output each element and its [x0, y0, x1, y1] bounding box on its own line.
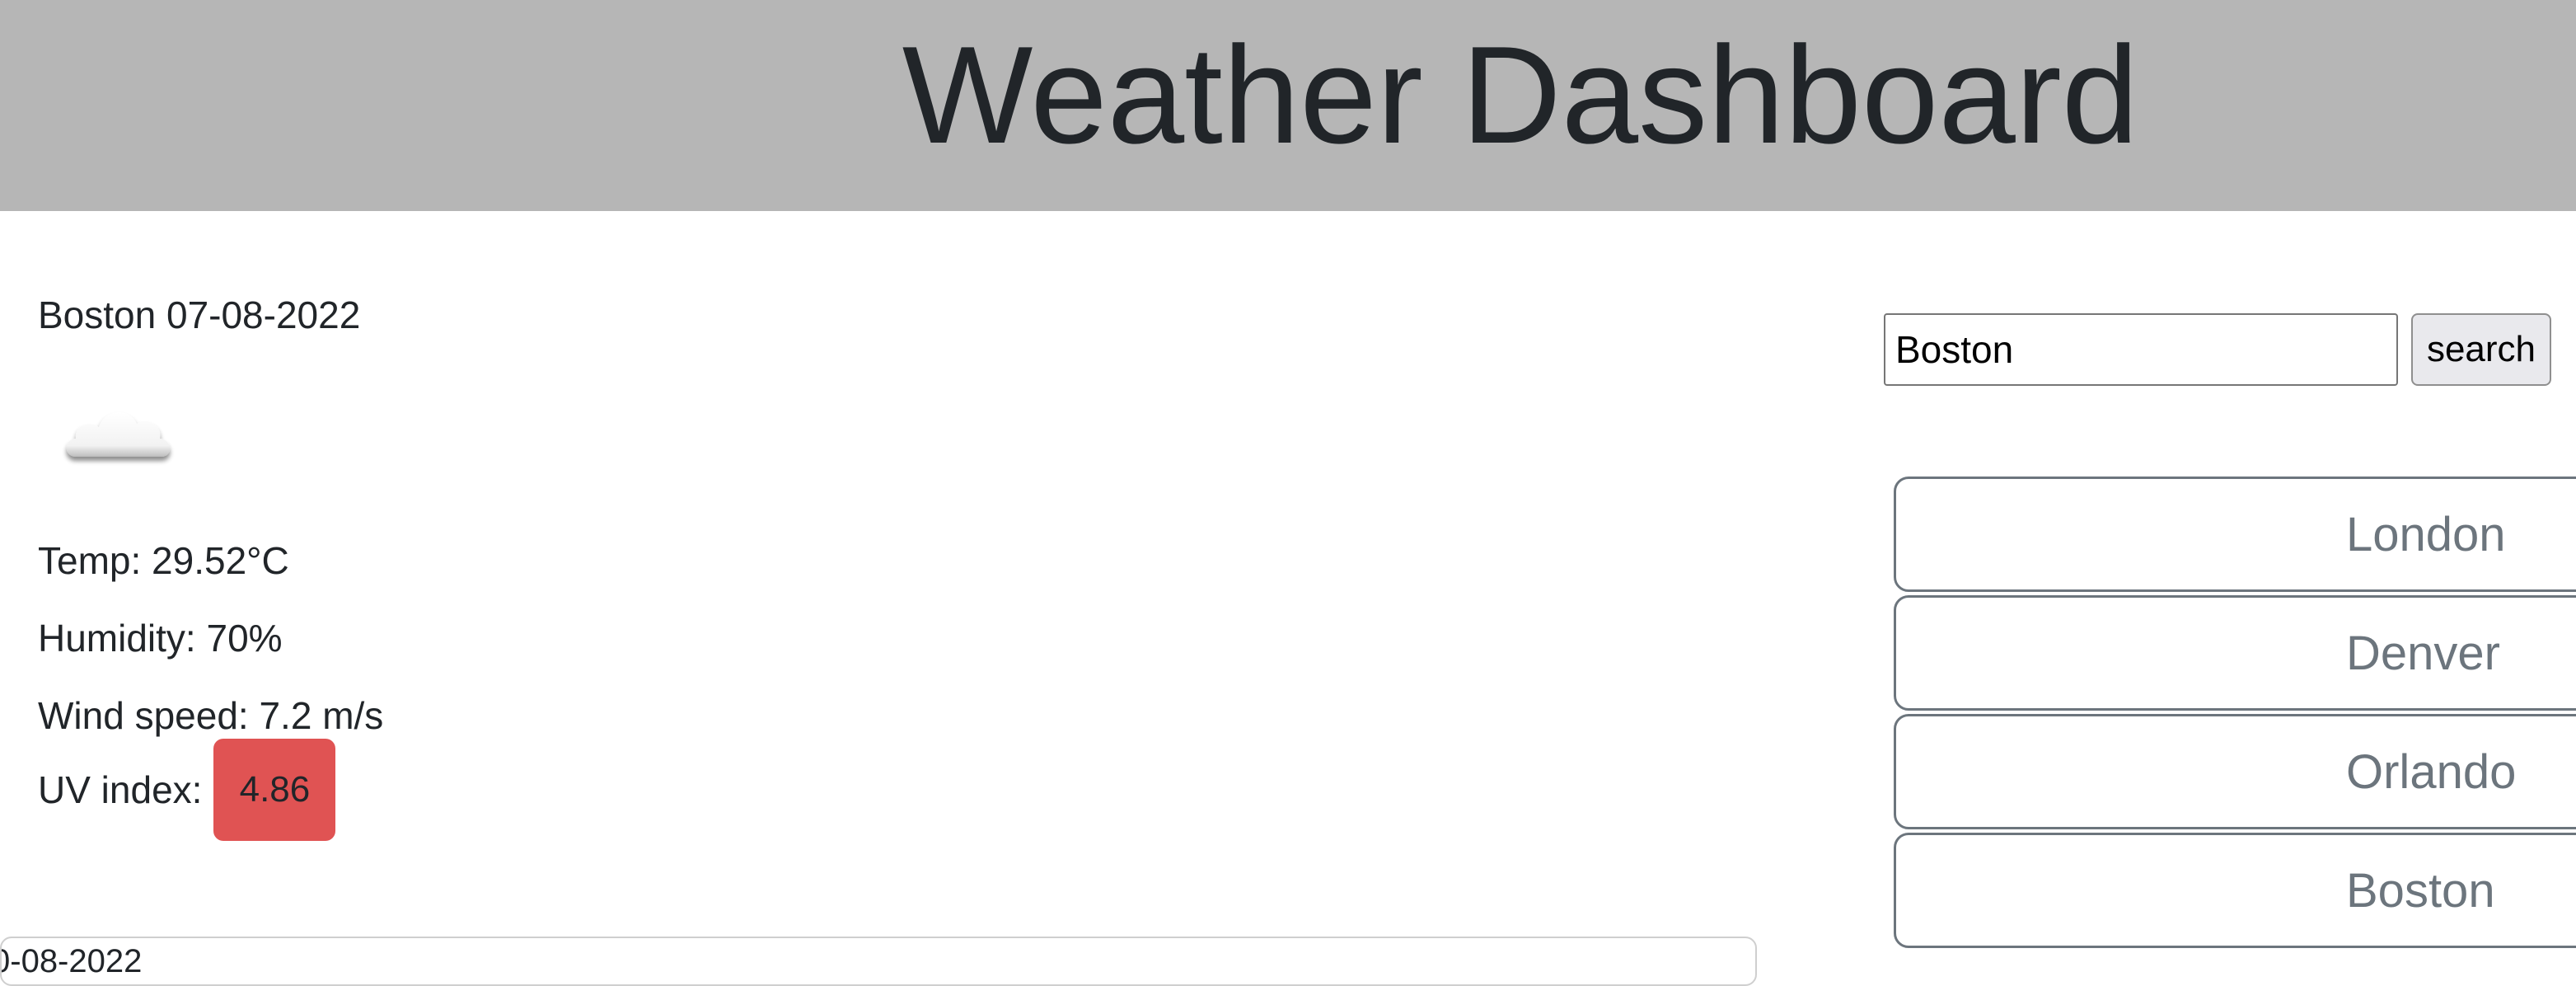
search-button[interactable]: search: [2411, 313, 2551, 386]
history-item-london[interactable]: London: [1894, 477, 2576, 592]
wind-speed-text: Wind speed: 7.2 m/s: [38, 694, 384, 737]
current-city-date: Boston 07-08-2022: [38, 293, 361, 336]
uv-index-badge: 4.86: [213, 739, 336, 841]
humidity-text: Humidity: 70%: [38, 617, 283, 660]
uv-index-row: UV index: 4.86: [38, 739, 336, 841]
search-history-list: London Denver Orlando Boston: [1894, 477, 2576, 951]
temperature-text: Temp: 29.52°C: [38, 539, 289, 582]
history-item-denver[interactable]: Denver: [1894, 595, 2576, 711]
history-item-boston[interactable]: Boston: [1894, 833, 2576, 948]
forecast-date: 0-08-2022: [0, 943, 143, 979]
page-header: Weather Dashboard: [0, 0, 2576, 211]
page-title: Weather Dashboard: [902, 17, 2139, 172]
search-input[interactable]: [1884, 313, 2398, 386]
uv-index-label: UV index:: [38, 768, 203, 811]
cloud-icon: [66, 412, 171, 457]
history-item-orlando[interactable]: Orlando: [1894, 714, 2576, 829]
forecast-card: 0-08-2022: [0, 937, 1757, 986]
